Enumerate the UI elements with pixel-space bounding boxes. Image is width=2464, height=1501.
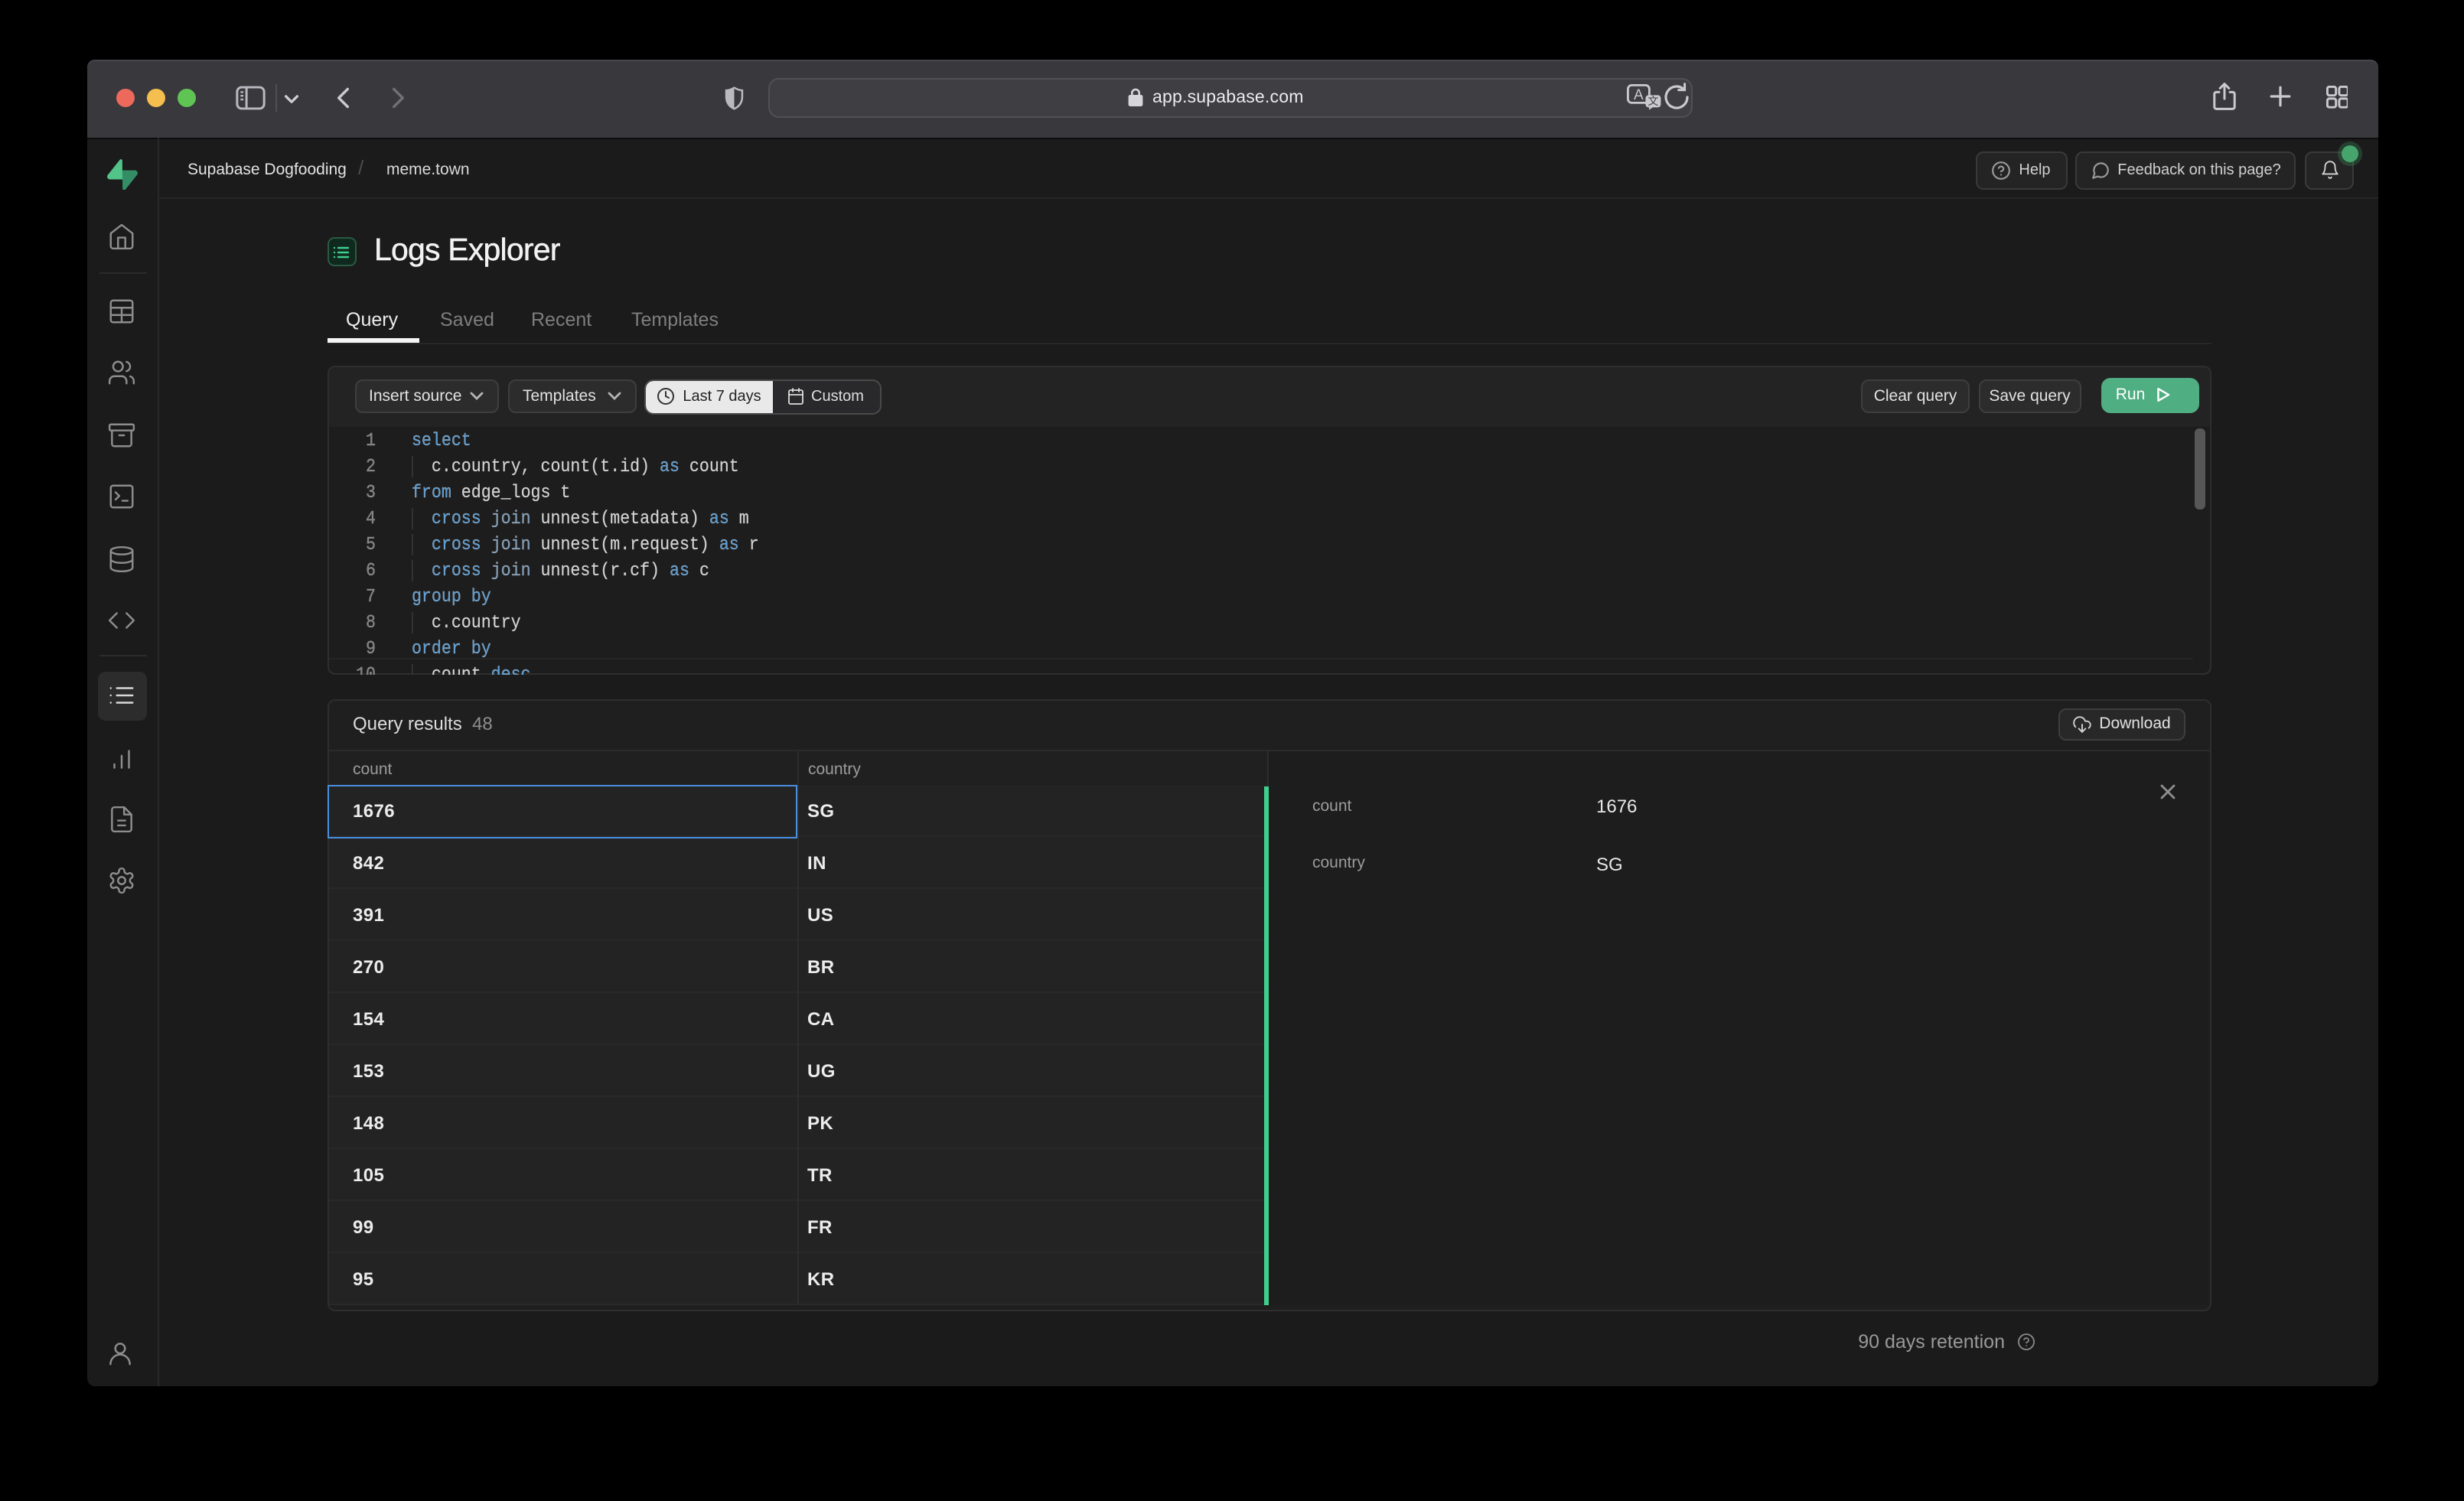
- svg-text:A: A: [1634, 87, 1644, 103]
- svg-text:文: 文: [1648, 95, 1658, 107]
